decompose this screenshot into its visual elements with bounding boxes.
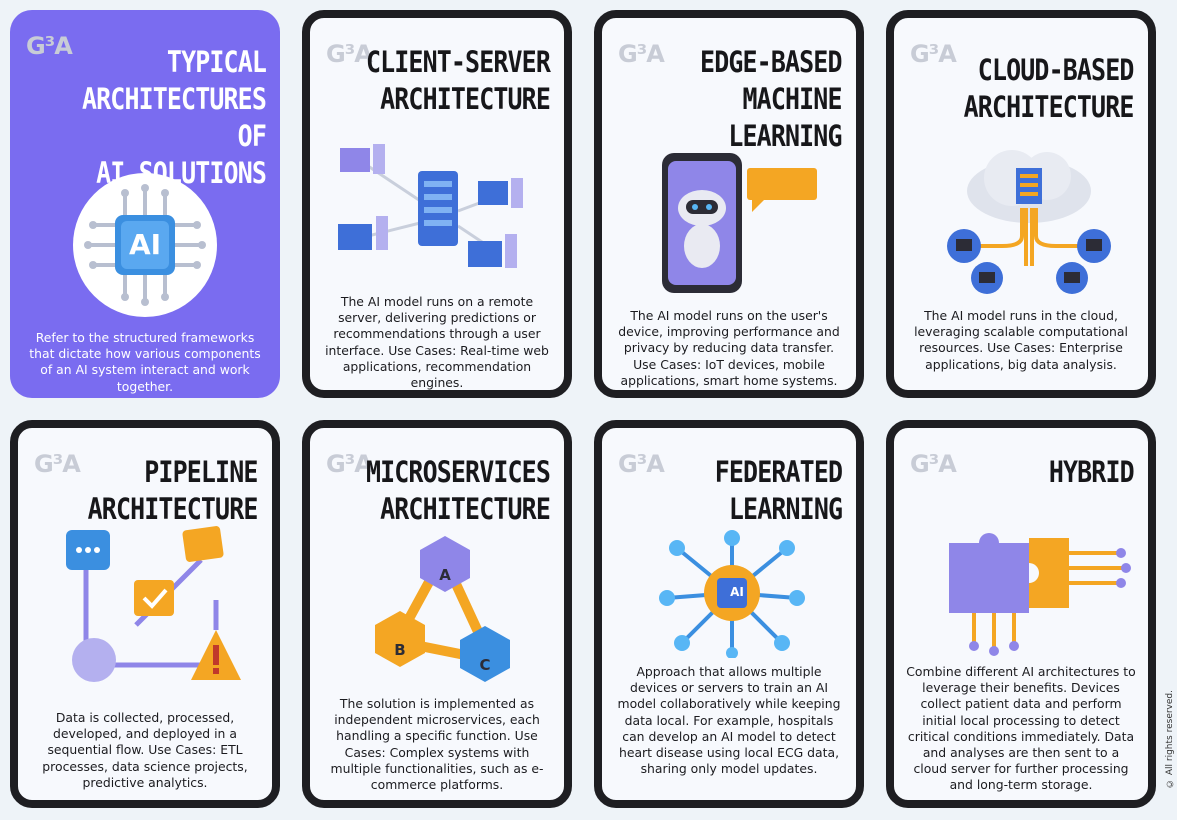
card-title: HYBRID [1049, 455, 1135, 489]
microservices-illustration [375, 536, 510, 682]
logo: G³A [618, 450, 665, 478]
service-label-b: B [394, 641, 406, 659]
card-description: Data is collected, processed, developed,… [42, 710, 248, 790]
card-description: The solution is implemented as independe… [330, 696, 544, 793]
client-server-illustration [338, 144, 523, 268]
logo: G³A [326, 450, 373, 478]
card-cloud: G³A CLOUD-BASED ARCHITECTURE The AI mode… [886, 10, 1156, 398]
puzzle-illustration [949, 533, 1131, 656]
card-title: FEDERATED LEARNING [714, 455, 843, 526]
service-label-a: A [439, 566, 451, 584]
logo: G³A [910, 40, 957, 68]
logo: G³A [326, 40, 373, 68]
card-description: Approach that allows multiple devices or… [617, 664, 841, 777]
card-title: CLIENT-SERVER ARCHITECTURE [365, 45, 551, 116]
copyright: © All rights reserved. [1165, 690, 1175, 788]
phone-robot-illustration [662, 153, 817, 293]
intro-description: Refer to the structured frameworks that … [29, 330, 261, 394]
card-pipeline: G³A PIPELINE ARCHITECTURE Data is collec… [10, 420, 280, 808]
card-client-server: G³A CLIENT-SERVER ARCHITECTURE The AI mo… [302, 10, 572, 398]
ai-chip-label: AI [128, 228, 162, 261]
card-title: PIPELINE ARCHITECTURE [88, 455, 259, 526]
card-federated: G³A FEDERATED LEARNING AI Approach that … [594, 420, 864, 808]
card-title: EDGE-BASED MACHINE LEARNING [700, 45, 842, 153]
card-description: The AI model runs on a remote server, de… [325, 294, 549, 391]
card-edge-ml: G³A EDGE-BASED MACHINE LEARNING The AI m… [594, 10, 864, 398]
cloud-illustration [947, 150, 1111, 294]
card-title: MICROSERVICES ARCHITECTURE [365, 455, 551, 526]
logo: G³A [910, 450, 957, 478]
logo: G³A [618, 40, 665, 68]
card-title: CLOUD-BASED ARCHITECTURE [964, 53, 1135, 124]
card-hybrid: G³A HYBRID Combine different AI architec… [886, 420, 1156, 808]
card-description: The AI model runs on the user's device, … [618, 308, 840, 388]
card-description: The AI model runs in the cloud, leveragi… [914, 308, 1128, 372]
federated-chip-label: AI [730, 585, 744, 599]
logo: G³A [34, 450, 81, 478]
pipeline-illustration [66, 526, 241, 682]
card-description: Combine different AI architectures to le… [906, 664, 1136, 793]
service-label-c: C [479, 656, 491, 674]
card-microservices: G³A MICROSERVICES ARCHITECTURE A B C The… [302, 420, 572, 808]
intro-card: G³A TYPICAL ARCHITECTURES OF AI SOLUTION… [10, 10, 280, 398]
